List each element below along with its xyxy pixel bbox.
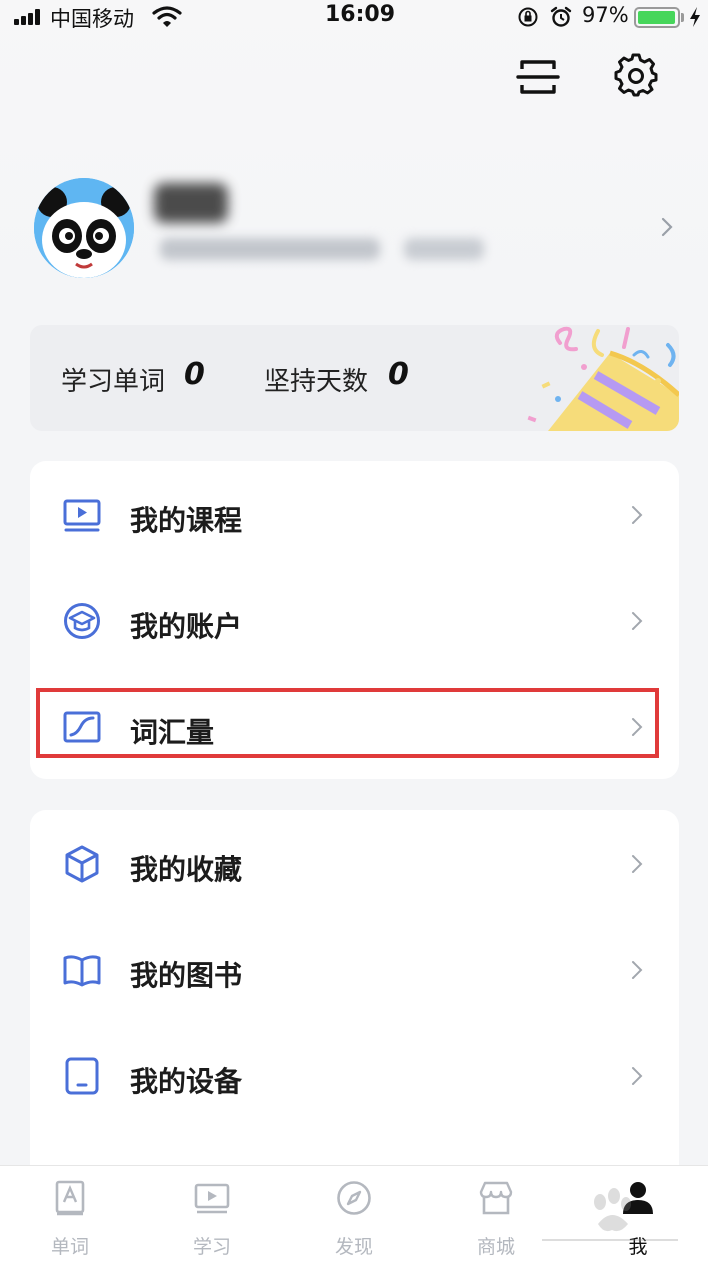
charging-icon	[690, 7, 700, 27]
play-screen-icon	[63, 499, 101, 532]
tablet-icon	[65, 1057, 99, 1095]
tab-label: 发现	[334, 1236, 373, 1258]
vocab-card-icon	[55, 1180, 85, 1216]
tab-store[interactable]: 商城	[446, 1166, 546, 1263]
menu-item-label: 我的设备	[130, 1065, 243, 1098]
tab-study[interactable]: 学习	[162, 1166, 262, 1263]
menu-card-secondary: 我的收藏 我的图书 我的设备	[30, 810, 679, 1190]
scan-icon[interactable]	[516, 55, 560, 99]
highlight-annotation-box	[36, 688, 659, 758]
book-icon	[63, 955, 101, 987]
words-learned-value: 0	[184, 357, 205, 392]
battery-fill	[638, 11, 675, 24]
party-popper-icon	[527, 326, 679, 431]
signal-icon	[14, 9, 42, 25]
tab-label: 单词	[50, 1236, 89, 1258]
carrier-name: 中国移动	[50, 7, 134, 31]
chevron-right-icon	[632, 961, 643, 979]
play-screen-icon	[194, 1183, 230, 1214]
menu-item-my-favorites[interactable]: 我的收藏	[30, 818, 679, 908]
clock: 16:09	[325, 2, 396, 27]
menu-item-my-devices[interactable]: 我的设备	[30, 1030, 679, 1120]
avatar[interactable]	[34, 178, 134, 278]
menu-item-label: 我的图书	[130, 959, 243, 992]
tab-label: 学习	[192, 1236, 231, 1258]
cube-icon	[65, 845, 99, 883]
wifi-icon	[152, 6, 182, 27]
alarm-icon	[550, 6, 572, 27]
battery-cap	[681, 13, 684, 22]
user-level-blurred	[404, 238, 484, 260]
menu-item-label: 我的收藏	[130, 853, 243, 886]
chevron-right-icon	[632, 612, 643, 630]
stats-card: 学习单词 0 坚持天数 0	[30, 325, 679, 431]
chevron-right-icon	[632, 1067, 643, 1085]
store-icon	[479, 1181, 513, 1215]
tab-label: 商城	[476, 1236, 515, 1258]
menu-item-my-courses[interactable]: 我的课程	[30, 469, 679, 559]
compass-icon	[337, 1181, 371, 1215]
status-bar: 中国移动 16:09 97%	[0, 0, 708, 34]
rotation-lock-icon	[518, 7, 538, 27]
words-learned-label: 学习单词	[61, 367, 166, 397]
chevron-right-icon[interactable]	[660, 216, 674, 238]
battery-icon	[634, 7, 680, 28]
menu-item-my-books[interactable]: 我的图书	[30, 924, 679, 1014]
chevron-right-icon	[632, 855, 643, 873]
tab-vocabulary[interactable]: 单词	[20, 1166, 120, 1263]
menu-item-label: 我的账户	[130, 610, 243, 643]
user-info-blurred	[160, 238, 380, 260]
tab-discover[interactable]: 发现	[304, 1166, 404, 1263]
profile-screen: 中国移动 16:09 97% 学习单词 0 坚持天数 0 我的课程 我的账户 词…	[0, 0, 708, 1263]
graduation-cap-icon	[64, 603, 100, 639]
battery-percent: 97%	[582, 3, 629, 27]
panda-avatar-icon	[34, 178, 134, 278]
username-blurred	[154, 183, 228, 223]
streak-days-label: 坚持天数	[264, 367, 369, 397]
gear-icon[interactable]	[614, 53, 658, 97]
menu-item-my-account[interactable]: 我的账户	[30, 575, 679, 665]
menu-item-label: 我的课程	[130, 504, 243, 537]
chevron-right-icon	[632, 506, 643, 524]
streak-days-value: 0	[388, 357, 409, 392]
baidu-watermark-icon	[542, 1188, 678, 1241]
